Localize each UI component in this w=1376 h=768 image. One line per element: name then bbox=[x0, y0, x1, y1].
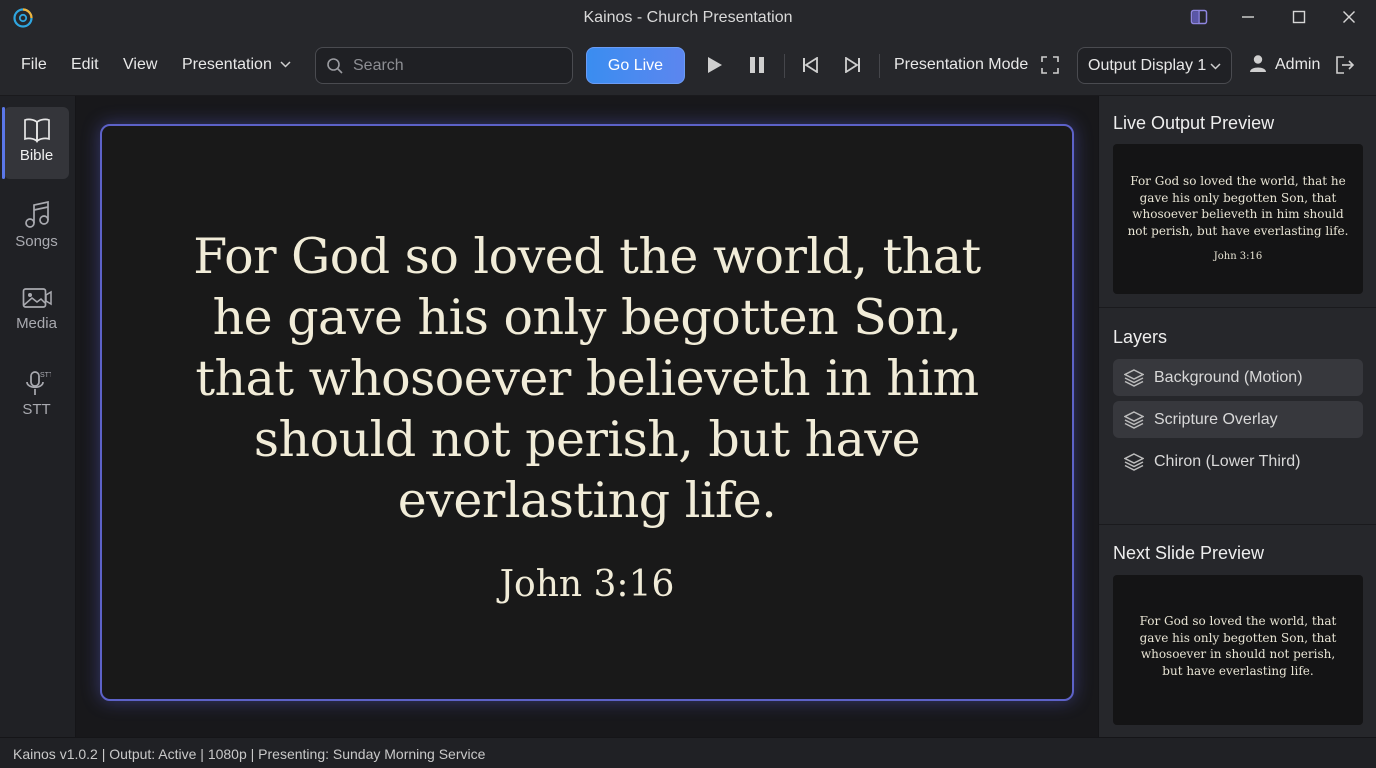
current-slide[interactable]: For God so loved the world, that he gave… bbox=[100, 124, 1074, 701]
scripture-line: that whosoever believeth in him bbox=[195, 350, 979, 407]
split-view-button[interactable] bbox=[1184, 4, 1214, 30]
slide-stage: For God so loved the world, that he gave… bbox=[76, 96, 1098, 737]
live-preview-title: Live Output Preview bbox=[1113, 113, 1275, 133]
menu-view[interactable]: View bbox=[123, 56, 157, 74]
go-live-button[interactable]: Go Live bbox=[586, 47, 685, 84]
preview-line: whosoever in should not perish, bbox=[1140, 647, 1336, 661]
play-button[interactable] bbox=[702, 52, 728, 78]
preview-line: For God so loved the world, that he bbox=[1130, 174, 1346, 188]
preview-line: For God so loved the world, that bbox=[1139, 614, 1337, 628]
toolbar: File Edit View Presentation Go Live Pres… bbox=[0, 34, 1376, 96]
output-display-value: Output Display 1 bbox=[1088, 57, 1207, 74]
maximize-icon bbox=[1292, 10, 1306, 24]
layer-label: Scripture Overlay bbox=[1154, 411, 1278, 428]
nav-item-label: Songs bbox=[15, 233, 58, 250]
minimize-icon bbox=[1242, 16, 1254, 18]
svg-text:STT: STT bbox=[40, 372, 51, 379]
search-icon bbox=[327, 58, 343, 74]
scripture-reference: John 3:16 bbox=[499, 564, 675, 605]
skip-forward-icon bbox=[845, 57, 860, 73]
layer-background-motion[interactable]: Background (Motion) bbox=[1113, 359, 1363, 396]
layer-scripture-overlay[interactable]: Scripture Overlay bbox=[1113, 401, 1363, 438]
next-slide-preview[interactable]: For God so loved the world, that gave hi… bbox=[1113, 575, 1363, 725]
microphone-stt-icon: STT bbox=[25, 371, 51, 395]
nav-item-label: Bible bbox=[19, 147, 54, 164]
status-bar: Kainos v1.0.2 | Output: Active | 1080p |… bbox=[0, 737, 1376, 768]
title-bar: Kainos - Church Presentation bbox=[0, 0, 1376, 34]
live-output-preview[interactable]: For God so loved the world, that he gave… bbox=[1113, 144, 1363, 294]
toolbar-divider bbox=[784, 54, 785, 78]
panel-divider bbox=[1099, 524, 1376, 525]
layers-icon bbox=[1124, 411, 1144, 429]
user-name[interactable]: Admin bbox=[1275, 56, 1320, 74]
close-icon bbox=[1343, 11, 1355, 23]
preview-line: gave his only begotten Son, that bbox=[1139, 630, 1337, 645]
logout-icon bbox=[1336, 56, 1355, 74]
preview-reference: John 3:16 bbox=[1213, 251, 1263, 262]
scripture-line: should not perish, but have bbox=[253, 411, 921, 468]
left-nav: Bible Songs Media STT STT bbox=[0, 96, 76, 737]
chevron-down-icon bbox=[1210, 63, 1221, 70]
window-title: Kainos - Church Presentation bbox=[583, 9, 793, 26]
preview-scripture-text: For God so loved the world, that he gave… bbox=[1125, 173, 1351, 239]
preview-line: whosoever believeth in him should bbox=[1132, 207, 1344, 221]
scripture-line: everlasting life. bbox=[397, 472, 777, 529]
search-box[interactable] bbox=[315, 47, 573, 84]
pause-button[interactable] bbox=[744, 52, 770, 78]
next-slide-button[interactable] bbox=[840, 52, 866, 78]
minimize-button[interactable] bbox=[1233, 4, 1263, 30]
preview-line: not perish, but have everlasting life. bbox=[1127, 223, 1349, 238]
output-display-select[interactable]: Output Display 1 bbox=[1077, 47, 1232, 84]
scripture-line: For God so loved the world, that bbox=[193, 228, 981, 285]
nav-item-label: STT bbox=[22, 401, 51, 418]
skip-back-icon bbox=[803, 57, 818, 73]
previous-slide-button[interactable] bbox=[797, 52, 823, 78]
layers-icon bbox=[1124, 369, 1144, 387]
menu-edit[interactable]: Edit bbox=[71, 56, 99, 74]
music-note-icon bbox=[24, 201, 49, 228]
fullscreen-button[interactable] bbox=[1037, 52, 1063, 78]
next-preview-scripture-text: For God so loved the world, that gave hi… bbox=[1125, 613, 1351, 679]
nav-item-bible[interactable]: Bible bbox=[2, 107, 69, 179]
nav-item-media[interactable]: Media bbox=[4, 275, 69, 347]
search-input[interactable] bbox=[351, 48, 566, 83]
next-preview-title: Next Slide Preview bbox=[1113, 543, 1265, 563]
menu-presentation-label: Presentation bbox=[182, 56, 272, 73]
chevron-down-icon bbox=[280, 61, 291, 68]
toolbar-divider bbox=[879, 54, 880, 78]
layers-icon bbox=[1124, 453, 1144, 471]
layer-chiron-lower-third[interactable]: Chiron (Lower Third) bbox=[1113, 443, 1363, 480]
fullscreen-icon bbox=[1041, 56, 1059, 74]
nav-item-label: Media bbox=[16, 315, 57, 332]
menu-presentation[interactable]: Presentation bbox=[182, 56, 291, 74]
maximize-button[interactable] bbox=[1284, 4, 1314, 30]
pause-icon bbox=[750, 57, 764, 73]
scripture-line: he gave his only begotten Son, bbox=[212, 289, 962, 346]
user-icon bbox=[1250, 55, 1266, 72]
split-view-icon bbox=[1190, 9, 1208, 25]
scripture-text: For God so loved the world, that he gave… bbox=[162, 226, 1012, 531]
presentation-mode-label[interactable]: Presentation Mode bbox=[894, 56, 1028, 74]
nav-item-songs[interactable]: Songs bbox=[4, 191, 69, 263]
layers-title: Layers bbox=[1113, 327, 1168, 347]
play-icon bbox=[708, 57, 722, 73]
preview-line: gave his only begotten Son, that bbox=[1139, 190, 1337, 205]
layer-label: Chiron (Lower Third) bbox=[1154, 453, 1301, 470]
right-panel: Live Output Preview For God so loved the… bbox=[1098, 96, 1376, 737]
logout-button[interactable] bbox=[1332, 52, 1358, 78]
book-icon bbox=[23, 118, 50, 143]
panel-divider bbox=[1099, 307, 1376, 308]
image-video-icon bbox=[22, 288, 52, 308]
nav-item-stt[interactable]: STT STT bbox=[4, 359, 69, 431]
layer-label: Background (Motion) bbox=[1154, 369, 1303, 386]
menu-file[interactable]: File bbox=[21, 56, 47, 74]
close-button[interactable] bbox=[1334, 4, 1364, 30]
preview-line: but have everlasting life. bbox=[1162, 663, 1314, 678]
